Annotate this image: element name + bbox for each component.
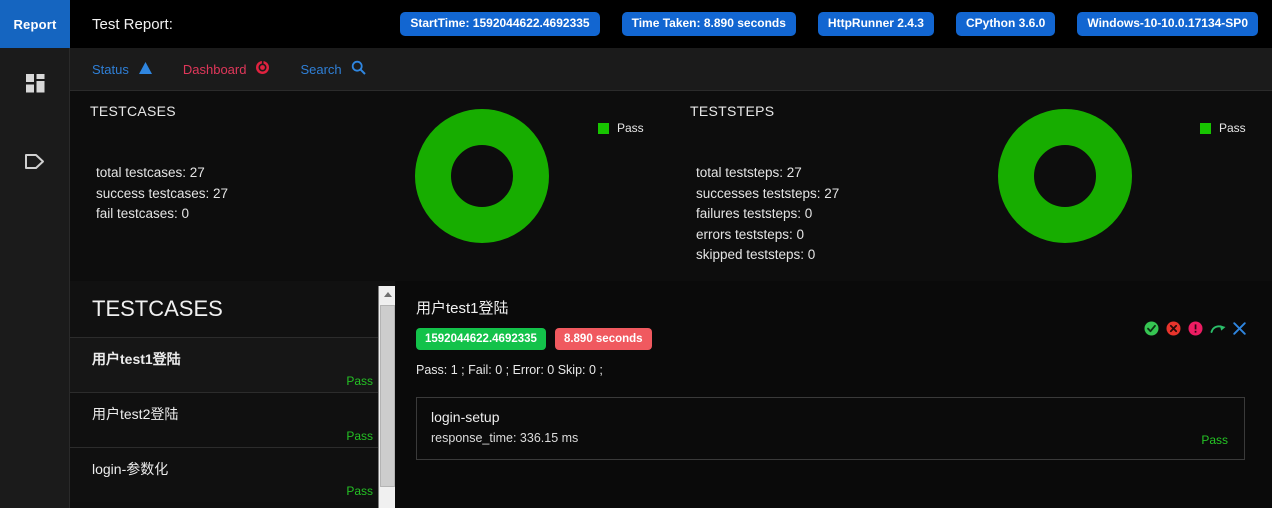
testcases-donut-chart [415,109,549,243]
close-x-icon[interactable] [1232,321,1247,336]
testcase-name: login-参数化 [92,461,169,477]
badge-platform: Windows-10-10.0.17134-SP0 [1077,12,1258,36]
tag-icon [24,153,46,175]
status-badge: Pass [346,484,373,498]
stat-total-teststeps: total teststeps: 27 [696,165,802,180]
page-title: Test Report: [92,15,173,33]
badge-time-taken-value: 8.890 seconds [703,16,786,31]
nav-item-status[interactable]: Status [92,61,153,78]
summary-stats: TESTCASES total testcases: 27 success te… [70,91,1272,281]
stat-skipped-teststeps: skipped teststeps: 0 [696,247,816,263]
nav-dashboard-label: Dashboard [182,61,247,77]
rail-item-tag[interactable] [0,134,70,194]
badge-cpython: CPython 3.6.0 [955,12,1056,36]
teststep-name: login-setup [431,409,500,425]
testcase-detail-panel: 用户test1登陆 1592044622.4692335 8.890 secon… [395,281,1272,508]
badge-cpython-label: CPython [965,16,1016,31]
target-icon [255,60,270,78]
stat-success-testcases: success testcases: 27 [96,185,229,201]
grid-dashboard-icon [25,74,45,98]
teststeps-heading: TESTSTEPS [690,103,775,119]
stat-errors-teststeps: errors teststeps: 0 [696,226,805,242]
exclamation-circle-icon[interactable] [1188,321,1203,336]
badge-httprunner-value: 2.4.3 [897,16,924,31]
testcases-donut-ring [415,109,549,243]
legend-swatch-pass [1200,122,1211,134]
testcase-list-scrollbar[interactable] [378,286,395,508]
testcase-name: 用户test2登陆 [92,406,179,422]
check-circle-icon[interactable] [1144,321,1159,336]
triangle-up-icon [138,61,153,78]
detail-chip-group: 1592044622.4692335 8.890 seconds [416,328,1248,350]
teststeps-donut-chart [998,109,1132,243]
teststeps-donut-ring [998,109,1132,243]
search-icon [351,60,366,78]
stat-total-testcases: total testcases: 27 [96,165,205,180]
status-badge: Pass [346,374,373,388]
header-badge-group: StartTime: 1592044622.4692335 Time Taken… [400,12,1272,36]
detail-action-icons [1144,321,1247,336]
detail-result-counts: Pass: 1 ; Fail: 0 ; Error: 0 Skip: 0 ; [416,363,603,377]
detail-title: 用户test1登陆 [416,300,509,317]
list-item[interactable]: 用户test1登陆 Pass [70,337,395,392]
x-circle-icon[interactable] [1166,321,1181,336]
legend-label-pass: Pass [617,121,644,135]
badge-httprunner-label: HttpRunner [827,16,894,31]
status-badge: Pass [346,429,373,443]
badge-start-time-label: StartTime: [410,16,470,31]
redo-arrow-icon[interactable] [1210,321,1226,336]
legend-label-pass: Pass [1219,121,1246,135]
legend-swatch-pass [598,122,609,134]
badge-platform-label: Windows-10-10.0.17134-SP0 [1087,16,1248,31]
scrollbar-thumb[interactable] [380,305,395,487]
top-header: Report Test Report: StartTime: 159204462… [0,0,1272,48]
badge-cpython-value: 3.6.0 [1018,16,1046,31]
stat-fail-testcases: fail testcases: 0 [96,206,190,222]
testcase-list-heading: TESTCASES [70,281,395,337]
testcases-chart-legend: Pass [598,121,644,135]
teststep-response-time: response_time: 336.15 ms [431,431,579,445]
testcases-heading: TESTCASES [90,103,176,119]
testcases-summary-panel: TESTCASES total testcases: 27 success te… [88,91,678,281]
nav-search-label: Search [300,61,342,77]
chip-start-time: 1592044622.4692335 [416,328,546,350]
badge-start-time: StartTime: 1592044622.4692335 [400,12,600,36]
report-logo[interactable]: Report [0,0,70,48]
badge-httprunner: HttpRunner 2.4.3 [817,12,934,36]
teststeps-stat-lines: total teststeps: 27 successes teststeps:… [688,163,1272,266]
scroll-up-arrow-icon[interactable] [379,286,395,303]
testcase-name: 用户test1登陆 [92,351,181,367]
badge-start-time-value: 1592044622.4692335 [472,16,590,31]
stat-failures-teststeps: failures teststeps: 0 [696,206,813,222]
badge-time-taken: Time Taken: 8.890 seconds [621,12,796,36]
chip-duration: 8.890 seconds [554,328,652,350]
nav-item-search[interactable]: Search [300,60,366,78]
left-rail [0,48,70,508]
secondary-nav: Status Dashboard Search [70,48,1272,91]
lower-section: TESTCASES 用户test1登陆 Pass 用户test2登陆 Pass … [70,281,1272,508]
list-item[interactable]: login-参数化 Pass [70,447,395,502]
rail-item-dashboard[interactable] [0,56,70,116]
teststep-status-badge: Pass [1201,433,1228,447]
teststep-card[interactable]: login-setup response_time: 336.15 ms Pas… [416,397,1245,460]
test-report-page: Report Test Report: StartTime: 159204462… [0,0,1272,508]
badge-time-taken-label: Time Taken: [631,16,701,31]
teststeps-summary-panel: TESTSTEPS total teststeps: 27 successes … [688,91,1272,281]
list-item[interactable]: 用户test2登陆 Pass [70,392,395,447]
testcase-list-panel: TESTCASES 用户test1登陆 Pass 用户test2登陆 Pass … [70,281,395,508]
stat-successes-teststeps: successes teststeps: 27 [696,185,840,201]
teststeps-chart-legend: Pass [1200,121,1246,135]
testcases-stat-lines: total testcases: 27 success testcases: 2… [88,163,678,225]
nav-status-label: Status [92,61,129,77]
nav-item-dashboard[interactable]: Dashboard [183,60,271,78]
